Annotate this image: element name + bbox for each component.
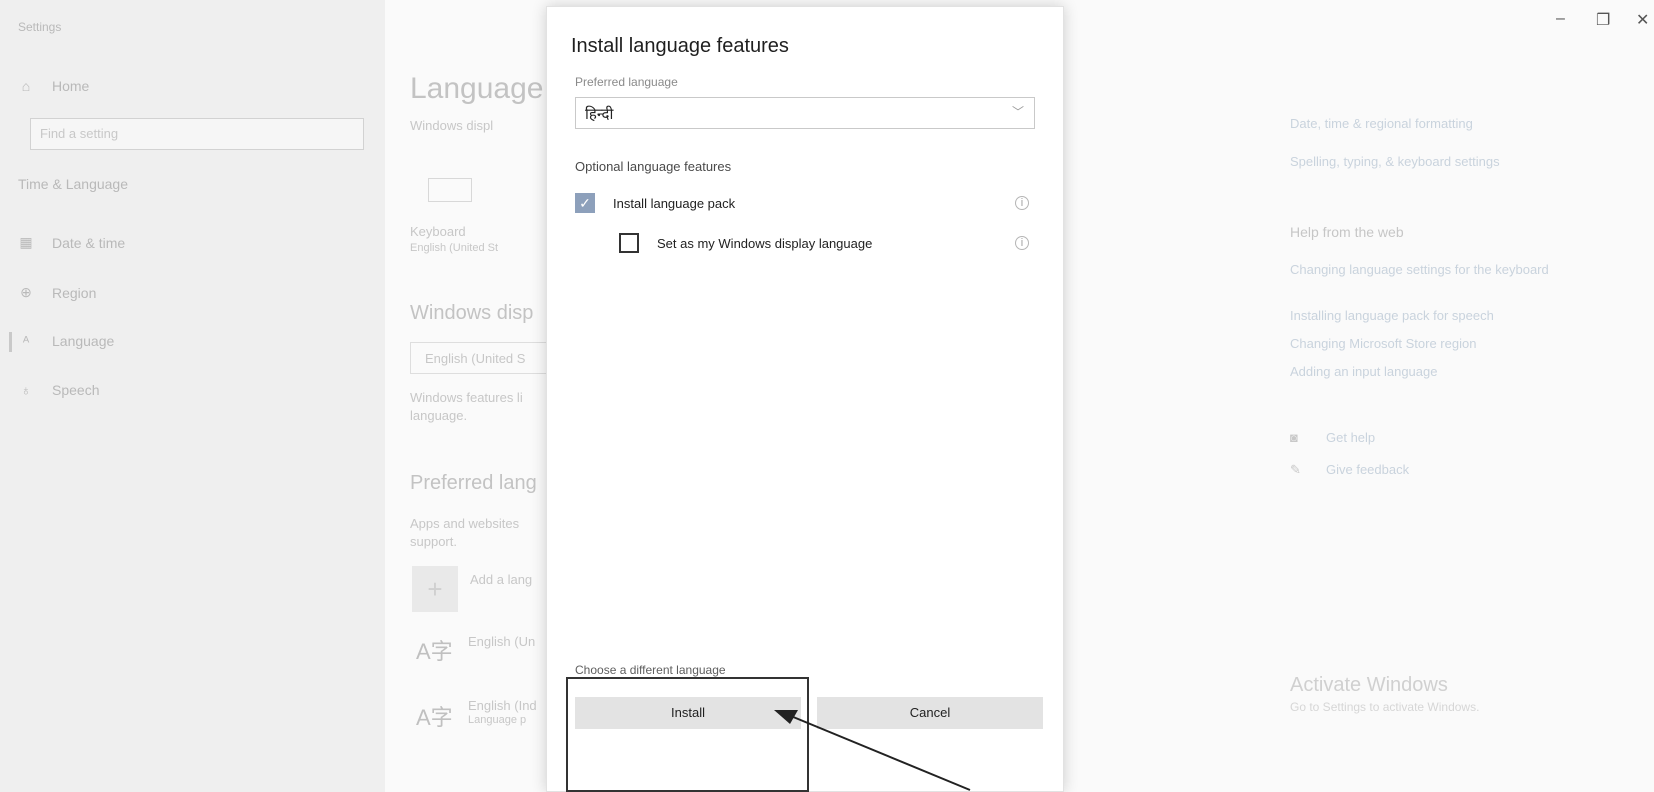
home-icon: ⌂: [21, 78, 31, 94]
help-link[interactable]: Changing language settings for the keybo…: [1290, 262, 1550, 277]
install-button[interactable]: Install: [575, 697, 801, 729]
sidebar-item-date-time[interactable]: ▦ Date & time: [18, 234, 125, 251]
sidebar-item-label: Speech: [52, 382, 100, 398]
help-link[interactable]: Changing Microsoft Store region: [1290, 336, 1476, 351]
minimize-button[interactable]: –: [1556, 10, 1565, 28]
chat-icon: ◙: [1290, 430, 1298, 445]
install-language-pack-label: Install language pack: [613, 195, 736, 211]
install-language-pack-option[interactable]: ✓ Install language pack: [575, 193, 735, 213]
add-language-label[interactable]: Add a lang: [470, 572, 532, 587]
get-help-link[interactable]: Get help: [1326, 430, 1375, 445]
help-link[interactable]: Installing language pack for speech: [1290, 308, 1494, 323]
main-content: Language Windows displ Keyboard English …: [410, 0, 560, 792]
preferred-language-select[interactable]: हिन्दी ﹀: [575, 97, 1035, 129]
features-text: Windows features li: [410, 390, 523, 405]
optional-features-heading: Optional language features: [575, 159, 732, 174]
set-display-language-label: Set as my Windows display language: [657, 235, 873, 251]
language-list-item-sub: Language p: [468, 714, 527, 726]
apps-text: Apps and websites: [410, 516, 520, 531]
set-display-language-option[interactable]: Set as my Windows display language: [619, 233, 872, 253]
active-indicator: [9, 332, 12, 352]
sidebar-item-label: Region: [52, 284, 97, 301]
sidebar-item-language[interactable]: ᴬ Language: [18, 333, 114, 349]
preferred-heading: Preferred lang: [410, 472, 537, 494]
link-spelling-typing[interactable]: Spelling, typing, & keyboard settings: [1290, 154, 1500, 169]
give-feedback-link[interactable]: Give feedback: [1326, 462, 1409, 477]
sidebar-section-title: Time & Language: [18, 176, 128, 192]
add-language-icon[interactable]: +: [412, 566, 458, 612]
sidebar-item-home[interactable]: ⌂ Home: [18, 78, 90, 94]
microphone-icon: ♁: [20, 382, 32, 398]
chevron-down-icon: ﹀: [1011, 105, 1024, 119]
language-icon: ᴬ: [22, 333, 30, 349]
set-display-language-checkbox[interactable]: [619, 233, 639, 253]
dialog-title: Install language features: [571, 35, 789, 57]
search-input[interactable]: Find a setting: [30, 118, 364, 150]
display-language-value: English (United S: [425, 351, 526, 366]
info-icon[interactable]: i: [1015, 236, 1029, 250]
selected-language-value: हिन्दी: [585, 105, 614, 123]
keyboard-sub: English (United St: [410, 242, 499, 254]
windows-display-text: Windows displ: [410, 118, 494, 133]
preferred-language-label: Preferred language: [575, 75, 678, 89]
language-list-item[interactable]: English (Ind: [468, 698, 537, 713]
help-heading: Help from the web: [1290, 224, 1404, 240]
install-language-dialog: Install language features Preferred lang…: [546, 6, 1064, 792]
display-language-select[interactable]: English (United S: [410, 342, 560, 374]
keyboard-icon: [428, 178, 472, 202]
info-icon[interactable]: i: [1015, 196, 1029, 210]
link-date-time-formatting[interactable]: Date, time & regional formatting: [1290, 116, 1473, 131]
page-title: Language: [410, 72, 544, 105]
activate-windows-sub: Go to Settings to activate Windows.: [1290, 700, 1480, 714]
feedback-icon: ✎: [1290, 462, 1301, 477]
keyboard-label[interactable]: Keyboard: [410, 224, 466, 239]
close-button[interactable]: ✕: [1636, 10, 1649, 30]
sidebar: Settings ⌂ Home Find a setting Time & La…: [0, 0, 385, 792]
sidebar-item-speech[interactable]: ♁ Speech: [18, 382, 100, 398]
activate-windows-watermark: Activate Windows: [1290, 674, 1448, 696]
sidebar-item-region[interactable]: ⊕ Region: [18, 284, 96, 301]
globe-icon: ⊕: [20, 284, 32, 300]
language-icon: A字: [416, 639, 453, 664]
sidebar-item-label: Date & time: [52, 234, 126, 251]
cancel-button[interactable]: Cancel: [817, 697, 1043, 729]
install-language-pack-checkbox[interactable]: ✓: [575, 193, 595, 213]
choose-different-language-link[interactable]: Choose a different language: [575, 663, 726, 677]
app-title: Settings: [18, 20, 62, 34]
calendar-icon: ▦: [19, 234, 33, 250]
sidebar-item-label: Language: [52, 333, 115, 349]
apps-text-2: support.: [410, 534, 457, 549]
features-text-2: language.: [410, 408, 468, 423]
windows-display-heading: Windows disp: [410, 302, 534, 324]
help-link[interactable]: Adding an input language: [1290, 364, 1437, 379]
sidebar-item-label: Home: [52, 78, 90, 94]
language-list-item[interactable]: English (Un: [468, 634, 535, 649]
restore-button[interactable]: ❐: [1596, 10, 1610, 30]
language-icon: A字: [416, 705, 453, 730]
